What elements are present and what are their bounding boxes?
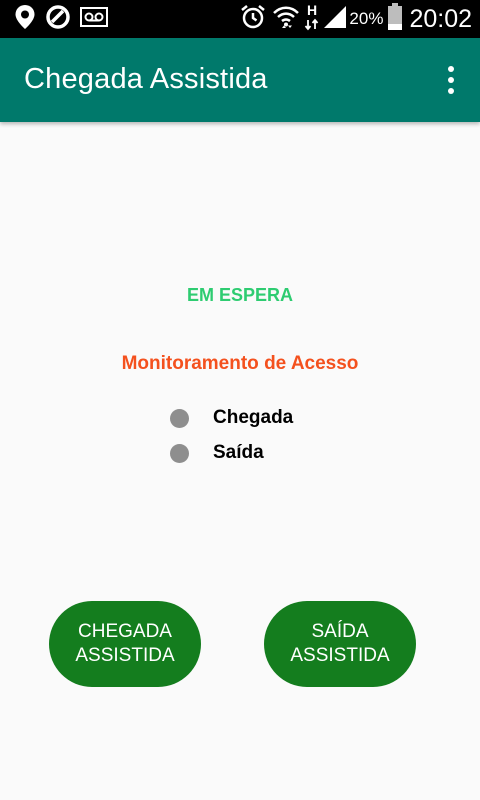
cell-signal-icon	[323, 5, 347, 34]
h-signal-icon: H	[304, 2, 320, 37]
access-monitor-title: Monitoramento de Acesso	[121, 353, 359, 374]
arrival-status-dot	[170, 408, 189, 428]
status-bar-left	[14, 4, 108, 35]
do-not-disturb-icon	[46, 4, 70, 34]
app-bar: Chegada Assistida	[0, 38, 480, 122]
menu-dot	[448, 88, 454, 94]
departure-status-dot	[170, 443, 189, 463]
departure-label: Saída	[213, 442, 264, 463]
menu-dot	[448, 77, 454, 83]
more-vert-icon[interactable]	[440, 62, 462, 98]
assisted-departure-button[interactable]: SAÍDA ASSISTIDA	[264, 601, 416, 687]
departure-indicator: Saída	[170, 441, 264, 465]
alarm-icon	[240, 4, 266, 35]
assisted-arrival-button[interactable]: CHEGADA ASSISTIDA	[49, 601, 201, 687]
arrival-indicator: Chegada	[170, 406, 293, 430]
app-title: Chegada Assistida	[24, 63, 268, 95]
status-bar: H 20% 20:02	[0, 0, 480, 38]
battery-icon	[387, 2, 403, 36]
waiting-status: EM ESPERA	[186, 285, 294, 305]
svg-text:H: H	[307, 2, 317, 18]
arrival-label: Chegada	[213, 407, 294, 428]
voicemail-icon	[80, 6, 108, 32]
clock: 20:02	[409, 4, 472, 33]
wifi-icon	[272, 4, 300, 35]
status-bar-right: H 20% 20:02	[240, 2, 472, 37]
location-pin-icon	[14, 4, 36, 35]
menu-dot	[448, 66, 454, 72]
battery-percent: 20%	[349, 9, 384, 28]
